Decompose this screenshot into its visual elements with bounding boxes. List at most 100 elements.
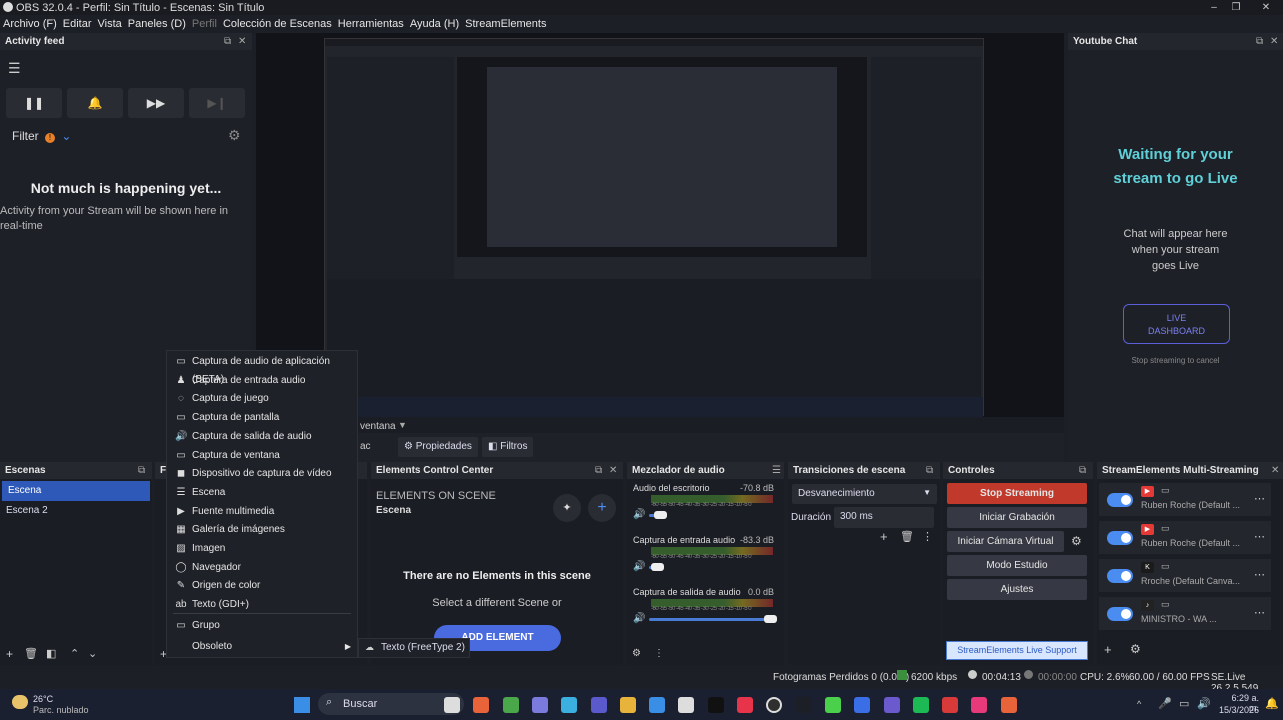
windows-start-icon[interactable] [294,697,310,713]
speaker-icon[interactable]: 🔊 [633,509,645,520]
menu-item-screen[interactable]: ▭ Captura de pantalla [167,409,357,427]
skip-button[interactable]: ▶▶ [128,88,184,118]
close-icon[interactable]: ✕ [238,36,246,47]
tf-icon[interactable] [912,697,929,713]
move-up-icon[interactable]: ⌃ [70,647,79,660]
preview-area[interactable]: ventana ▼ ac ⚙ Propiedades ◧ Filtros [256,33,1064,463]
mixer-more-icon[interactable]: ⋮ [654,648,664,659]
teams-icon[interactable] [590,697,607,713]
menu-item-scene[interactable]: ☰ Escena [167,484,357,502]
menu-item-gallery[interactable]: ▦ Galería de imágenes [167,521,357,539]
volume-knob[interactable] [650,563,664,571]
tiktok-icon[interactable] [707,697,724,713]
move-down-icon[interactable]: ⌄ [88,647,97,660]
tray-chevron-icon[interactable]: ^ [1137,699,1141,709]
close-icon[interactable]: ✕ [609,465,617,476]
menu-item-output-audio[interactable]: 🔊 Captura de salida de audio [167,428,357,446]
menu-item-input-audio[interactable]: ♟ Captura de entrada audio [167,372,357,390]
menu-archivo[interactable]: Archivo (F) [0,18,60,30]
network-icon[interactable]: ▭ [1179,697,1189,710]
source-chevron-icon[interactable]: ▼ [398,420,407,430]
trash-icon[interactable]: 🗑 [900,530,914,543]
volume-slider[interactable] [649,618,771,621]
app-icon[interactable] [473,697,490,713]
float-icon[interactable]: ⧉ [138,465,145,476]
app-icon[interactable] [1000,697,1017,713]
notification-icon[interactable]: 🔔 [1265,697,1279,710]
filter-icon[interactable]: ◧ [46,647,56,660]
start-recording-button[interactable]: Iniciar Grabación [947,507,1087,528]
settings-button[interactable]: Ajustes [947,579,1087,600]
menu-item-browser[interactable]: ◯ Navegador [167,559,357,577]
menu-icon[interactable]: ☰ [772,465,781,476]
more-icon[interactable]: ⋯ [1254,530,1265,543]
menu-item-video-device[interactable]: ◼ Dispositivo de captura de vídeo [167,465,357,483]
stop-streaming-button[interactable]: Stop Streaming [947,483,1087,504]
more-icon[interactable]: ⋯ [1254,606,1265,619]
volume-icon[interactable]: 🔊 [1197,697,1211,710]
copilot-icon[interactable] [531,697,548,713]
menu-item-game[interactable]: ◌ Captura de juego [167,390,357,408]
menu-editar[interactable]: Editar [60,18,95,30]
scene-item[interactable]: Escena 2 [0,501,152,521]
properties-button[interactable]: ⚙ Propiedades [398,437,478,457]
menu-item-color[interactable]: ✎ Origen de color [167,577,357,595]
gear-icon[interactable]: ⚙ [1071,534,1082,548]
pause-button[interactable]: ❚❚ [6,88,62,118]
studio-mode-button[interactable]: Modo Estudio [947,555,1087,576]
duration-input[interactable]: 300 ms [834,507,934,528]
scene-item[interactable]: Escena [2,481,150,501]
speaker-icon[interactable]: 🔊 [633,561,645,572]
explorer-icon[interactable] [619,697,636,713]
spotify-icon[interactable] [883,697,900,713]
float-icon[interactable]: ⧉ [595,465,602,476]
tiktok-live-icon[interactable] [942,697,959,713]
menu-perfil[interactable]: Perfil [189,18,220,30]
add-destination-icon[interactable]: + [1104,642,1112,657]
menu-paneles[interactable]: Paneles (D) [125,18,189,30]
discord-icon[interactable] [854,697,871,713]
paint-icon[interactable] [824,697,841,713]
menu-herramientas[interactable]: Herramientas [335,18,407,30]
destination-toggle[interactable] [1107,531,1133,545]
filter-label[interactable]: Filter ! ⌄ [12,129,71,143]
transition-select[interactable]: Desvanecimiento ▼ [792,484,937,504]
add-icon[interactable]: + [6,647,13,661]
float-icon[interactable]: ⧉ [1079,465,1086,476]
edge-icon[interactable] [561,697,578,713]
stream-destination[interactable]: ▶ ▭ Ruben Roche (Default ... ⋯ [1099,521,1271,554]
filters-button[interactable]: ◧ Filtros [482,437,534,457]
capcut-icon[interactable] [678,697,695,713]
sparkle-icon[interactable]: ✦ [553,494,581,522]
more-icon[interactable]: ⋯ [1254,492,1265,505]
chrome-icon[interactable] [502,697,519,713]
menu-item-group[interactable]: ▭ Grupo [167,613,357,635]
menu-item-text[interactable]: ab Texto (GDI+) [167,596,357,614]
float-icon[interactable]: ⧉ [926,465,933,476]
gear-icon[interactable]: ⚙ [228,127,241,144]
menu-item-app-audio[interactable]: ▭ Captura de audio de aplicación (BETA) [167,353,357,385]
menu-coleccion[interactable]: Colección de Escenas [220,18,335,30]
destination-toggle[interactable] [1107,607,1133,621]
mixer-settings-icon[interactable]: ⚙ [632,648,641,659]
stream-destination[interactable]: K ▭ Rroche (Default Canva... ⋯ [1099,559,1271,592]
mute-alerts-button[interactable]: 🔔 [67,88,123,118]
close-icon[interactable]: ✕ [1270,36,1278,47]
menu-item-media[interactable]: ▶ Fuente multimedia [167,503,357,521]
virtual-camera-button[interactable]: Iniciar Cámara Virtual [947,531,1064,552]
volume-knob[interactable] [764,615,777,623]
more-icon[interactable]: ⋯ [1254,568,1265,581]
volume-knob[interactable] [654,511,668,519]
obs-icon[interactable] [766,697,783,713]
skip-end-button[interactable]: ▶❙ [189,88,245,118]
destination-toggle[interactable] [1107,493,1133,507]
hamburger-icon[interactable]: ☰ [8,60,21,77]
stream-destination[interactable]: ♪ ▭ MINISTRO - WA ... ⋯ [1099,597,1271,630]
gear-icon[interactable]: ⚙ [1130,642,1141,656]
maximize-button[interactable]: ❐ [1222,0,1250,15]
menu-item-image[interactable]: ▨ Imagen [167,540,357,558]
submenu-item-freetype[interactable]: Texto (FreeType 2) [381,642,465,653]
clock-date[interactable]: 15/3/2026 [1212,705,1259,715]
menu-item-window[interactable]: ▭ Captura de ventana [167,447,357,465]
destination-toggle[interactable] [1107,569,1133,583]
